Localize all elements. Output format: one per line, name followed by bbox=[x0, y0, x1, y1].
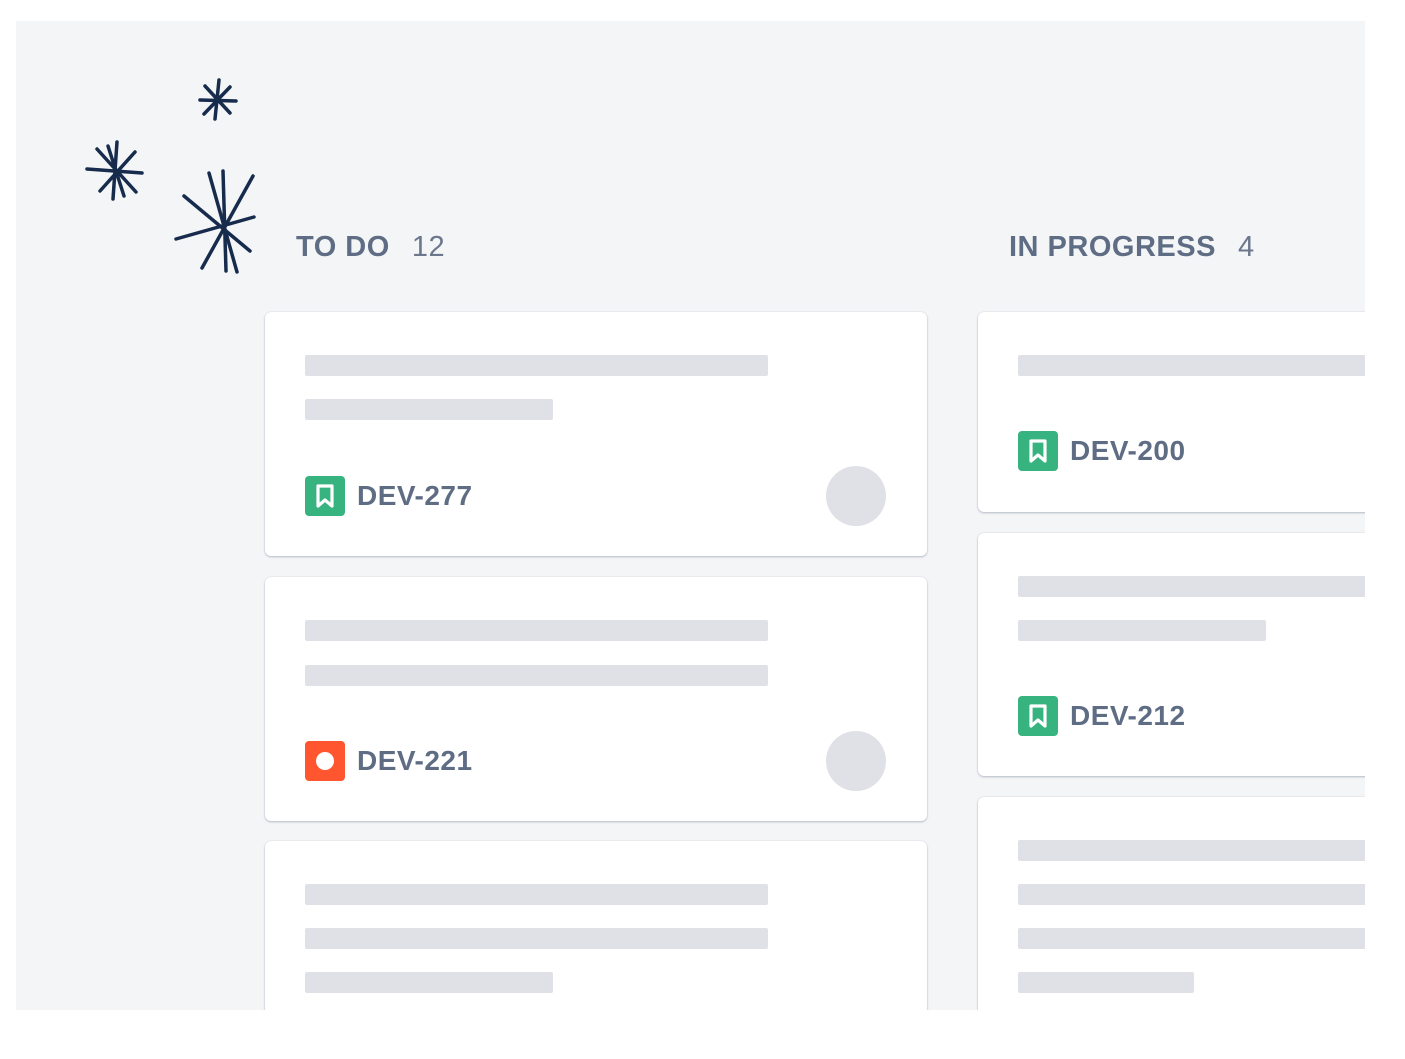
column-header-todo[interactable]: TO DO 12 bbox=[296, 231, 445, 264]
issue-key[interactable]: DEV-212 bbox=[1070, 700, 1186, 732]
column-header-in-progress[interactable]: IN PROGRESS 4 bbox=[1009, 231, 1255, 264]
issue-card[interactable] bbox=[265, 841, 927, 1010]
sparkle-icon-large bbox=[174, 169, 256, 274]
column-title: TO DO bbox=[296, 231, 390, 263]
issue-key-row: DEV-221 bbox=[305, 741, 473, 781]
issue-card[interactable] bbox=[978, 797, 1365, 1010]
issue-key-row: DEV-277 bbox=[305, 476, 473, 516]
summary-placeholder bbox=[305, 620, 768, 641]
summary-placeholder bbox=[1018, 884, 1365, 905]
summary-placeholder bbox=[1018, 840, 1365, 861]
summary-placeholder bbox=[1018, 972, 1194, 993]
column-count: 12 bbox=[411, 231, 446, 263]
summary-placeholder bbox=[1018, 576, 1365, 597]
summary-placeholder bbox=[305, 665, 768, 686]
summary-placeholder bbox=[305, 972, 553, 993]
issue-key-row: DEV-200 bbox=[1018, 431, 1186, 471]
issue-key[interactable]: DEV-277 bbox=[357, 480, 473, 512]
summary-placeholder bbox=[1018, 620, 1266, 641]
summary-placeholder bbox=[1018, 928, 1365, 949]
story-bookmark-icon bbox=[305, 476, 345, 516]
summary-placeholder bbox=[305, 928, 768, 949]
sparkle-icon-medium bbox=[85, 140, 144, 201]
assignee-avatar[interactable] bbox=[826, 731, 886, 791]
story-bookmark-icon bbox=[1018, 696, 1058, 736]
issue-key[interactable]: DEV-221 bbox=[357, 745, 473, 777]
issue-key[interactable]: DEV-200 bbox=[1070, 435, 1186, 467]
assignee-avatar[interactable] bbox=[826, 466, 886, 526]
kanban-board: TO DO 12 IN PROGRESS 4 DEV-277 DEV-221 D… bbox=[16, 21, 1365, 1010]
issue-card[interactable]: DEV-277 bbox=[265, 312, 927, 556]
issue-card[interactable]: DEV-212 bbox=[978, 533, 1365, 776]
summary-placeholder bbox=[1018, 355, 1365, 376]
summary-placeholder bbox=[305, 355, 768, 376]
column-title: IN PROGRESS bbox=[1009, 231, 1216, 263]
summary-placeholder bbox=[305, 884, 768, 905]
sparkle-icon-small bbox=[198, 78, 238, 121]
issue-card[interactable]: DEV-200 bbox=[978, 312, 1365, 512]
issue-key-row: DEV-212 bbox=[1018, 696, 1186, 736]
sparkle-decoration bbox=[85, 78, 256, 274]
issue-card[interactable]: DEV-221 bbox=[265, 577, 927, 821]
bug-icon bbox=[305, 741, 345, 781]
summary-placeholder bbox=[305, 399, 553, 420]
column-count: 4 bbox=[1237, 231, 1255, 263]
story-bookmark-icon bbox=[1018, 431, 1058, 471]
